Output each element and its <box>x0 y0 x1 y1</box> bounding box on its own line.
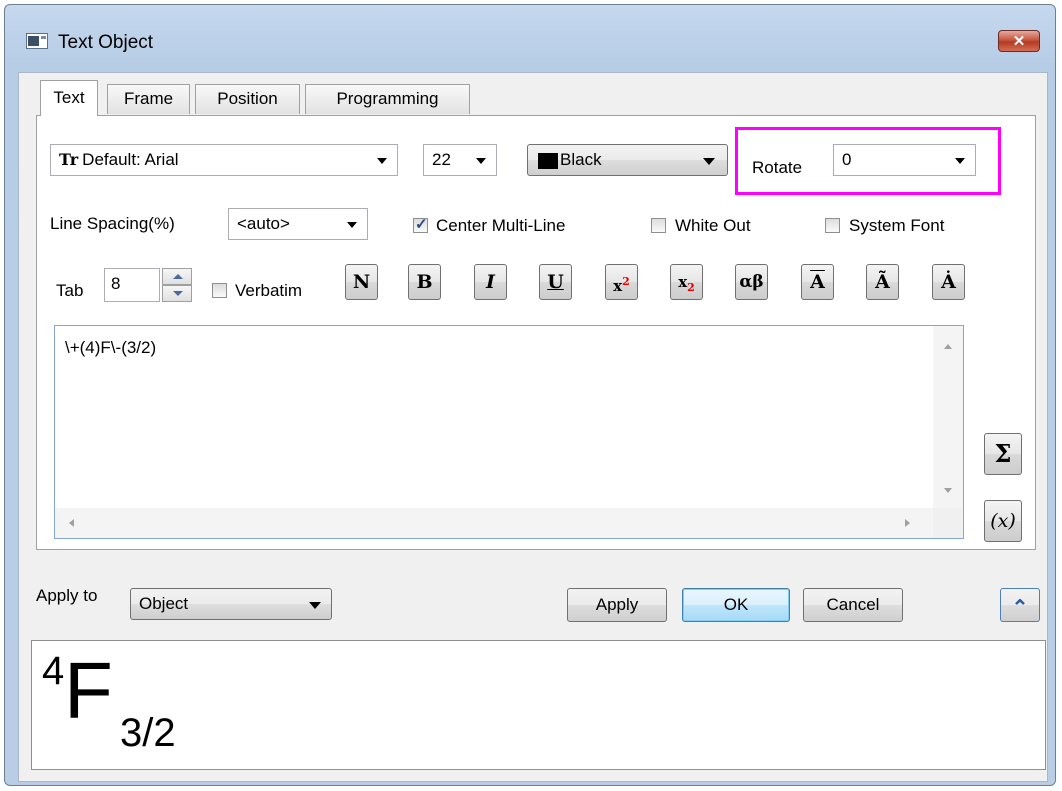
tab-label: Position <box>217 89 278 108</box>
tab-text[interactable]: Text <box>40 80 98 116</box>
tab-position[interactable]: Position <box>195 84 300 114</box>
overbar-icon: A <box>810 271 825 293</box>
tab-programming[interactable]: Programming <box>305 84 470 114</box>
chevron-down-icon <box>377 158 387 164</box>
verbatim-label: Verbatim <box>235 281 303 300</box>
superscript-button[interactable]: x2 <box>605 264 638 300</box>
text-preview: 4 F 3/2 <box>31 640 1046 770</box>
ok-button[interactable]: OK <box>682 588 790 622</box>
chevron-down-icon <box>173 291 183 296</box>
scroll-left-icon <box>69 519 74 527</box>
superscript-icon: x2 <box>613 275 630 295</box>
editor-text: \+(4)F\-(3/2) <box>65 338 157 357</box>
window-title: Text Object <box>58 32 154 53</box>
normal-button[interactable]: N <box>345 264 378 300</box>
chevron-down-icon <box>476 158 486 164</box>
scroll-up-icon <box>944 344 952 349</box>
rotate-select[interactable]: 0 <box>833 144 976 176</box>
subscript-button[interactable]: x2 <box>670 264 703 300</box>
line-spacing-select[interactable]: <auto> <box>228 208 368 240</box>
tab-size-input[interactable]: 8 <box>104 268 160 302</box>
apply-label: Apply <box>595 595 639 614</box>
app-icon <box>26 33 48 49</box>
tilde-button[interactable]: Ã <box>866 264 899 300</box>
tilde-icon: Ã <box>875 271 890 293</box>
ok-label: OK <box>723 595 749 614</box>
vertical-scrollbar[interactable] <box>933 326 963 508</box>
apply-button[interactable]: Apply <box>567 588 667 622</box>
font-select[interactable]: Tr Default: Arial <box>50 144 398 176</box>
chevron-up-icon <box>173 274 183 279</box>
tab-label: Programming <box>336 89 439 108</box>
dot-accent-icon: Ȧ <box>941 271 956 293</box>
sigma-button[interactable]: Σ <box>984 433 1022 475</box>
line-spacing-value: <auto> <box>237 214 290 233</box>
expand-button[interactable]: ⌃ <box>1000 588 1040 622</box>
font-value: Default: Arial <box>82 150 179 169</box>
italic-icon: I <box>486 271 495 293</box>
line-spacing-label: Line Spacing(%) <box>50 214 175 233</box>
tab-frame[interactable]: Frame <box>107 84 190 114</box>
chevron-down-icon <box>309 602 321 609</box>
scroll-down-icon <box>944 488 952 493</box>
center-multiline-label: Center Multi-Line <box>436 216 566 235</box>
scroll-right-icon <box>905 519 910 527</box>
preview-superscript: 4 <box>42 649 65 693</box>
tab-size-value: 8 <box>111 274 121 293</box>
color-value: Black <box>560 150 602 169</box>
dot-accent-button[interactable]: Ȧ <box>932 264 965 300</box>
subscript-icon: x2 <box>678 273 695 294</box>
white-out-label: White Out <box>675 216 751 235</box>
underline-icon: U <box>547 271 564 293</box>
system-font-checkbox[interactable] <box>825 218 840 233</box>
cancel-button[interactable]: Cancel <box>803 588 903 622</box>
system-font-label: System Font <box>849 216 945 235</box>
chevron-down-icon <box>347 222 357 228</box>
font-size-select[interactable]: 22 <box>423 144 497 176</box>
preview-subscript: 3/2 <box>120 711 176 755</box>
font-type-icon: Tr <box>59 150 79 169</box>
overbar-button[interactable]: A <box>801 264 834 300</box>
preview-base: F <box>64 646 113 735</box>
apply-to-value: Object <box>139 594 189 613</box>
scrollbar-corner <box>933 508 963 538</box>
tab-label: Text <box>53 88 85 107</box>
white-out-checkbox[interactable] <box>651 218 666 233</box>
tab-label: Frame <box>123 89 174 108</box>
bold-icon: B <box>416 271 433 293</box>
horizontal-scrollbar[interactable] <box>55 508 933 538</box>
double-chevron-up-icon: ⌃ <box>1011 597 1029 619</box>
tab-size-spinner[interactable] <box>162 268 192 302</box>
apply-to-label: Apply to <box>36 586 98 605</box>
underline-button[interactable]: U <box>539 264 572 300</box>
rotate-value: 0 <box>842 150 852 169</box>
close-icon: ✕ <box>1012 33 1026 50</box>
chevron-down-icon <box>703 158 715 165</box>
variable-button[interactable]: (x) <box>984 500 1022 542</box>
text-editor[interactable]: \+(4)F\-(3/2) <box>54 325 964 539</box>
normal-icon: N <box>352 271 371 293</box>
verbatim-checkbox[interactable] <box>212 283 227 298</box>
spin-down-button[interactable] <box>162 285 192 302</box>
sigma-icon: Σ <box>994 439 1012 468</box>
variable-icon: (x) <box>990 510 1016 532</box>
chevron-down-icon <box>955 158 965 164</box>
color-select[interactable]: Black <box>527 144 728 176</box>
greek-icon: αβ <box>739 272 764 292</box>
bold-button[interactable]: B <box>408 264 441 300</box>
cancel-label: Cancel <box>826 595 880 614</box>
spin-up-button[interactable] <box>162 268 192 285</box>
italic-button[interactable]: I <box>474 264 507 300</box>
color-swatch <box>538 153 558 169</box>
apply-to-select[interactable]: Object <box>130 588 332 620</box>
greek-button[interactable]: αβ <box>735 264 768 300</box>
center-multiline-checkbox[interactable] <box>413 215 428 233</box>
rotate-label: Rotate <box>752 158 803 177</box>
close-button[interactable]: ✕ <box>998 30 1040 52</box>
tab-size-label: Tab <box>56 281 84 300</box>
font-size-value: 22 <box>432 150 451 169</box>
